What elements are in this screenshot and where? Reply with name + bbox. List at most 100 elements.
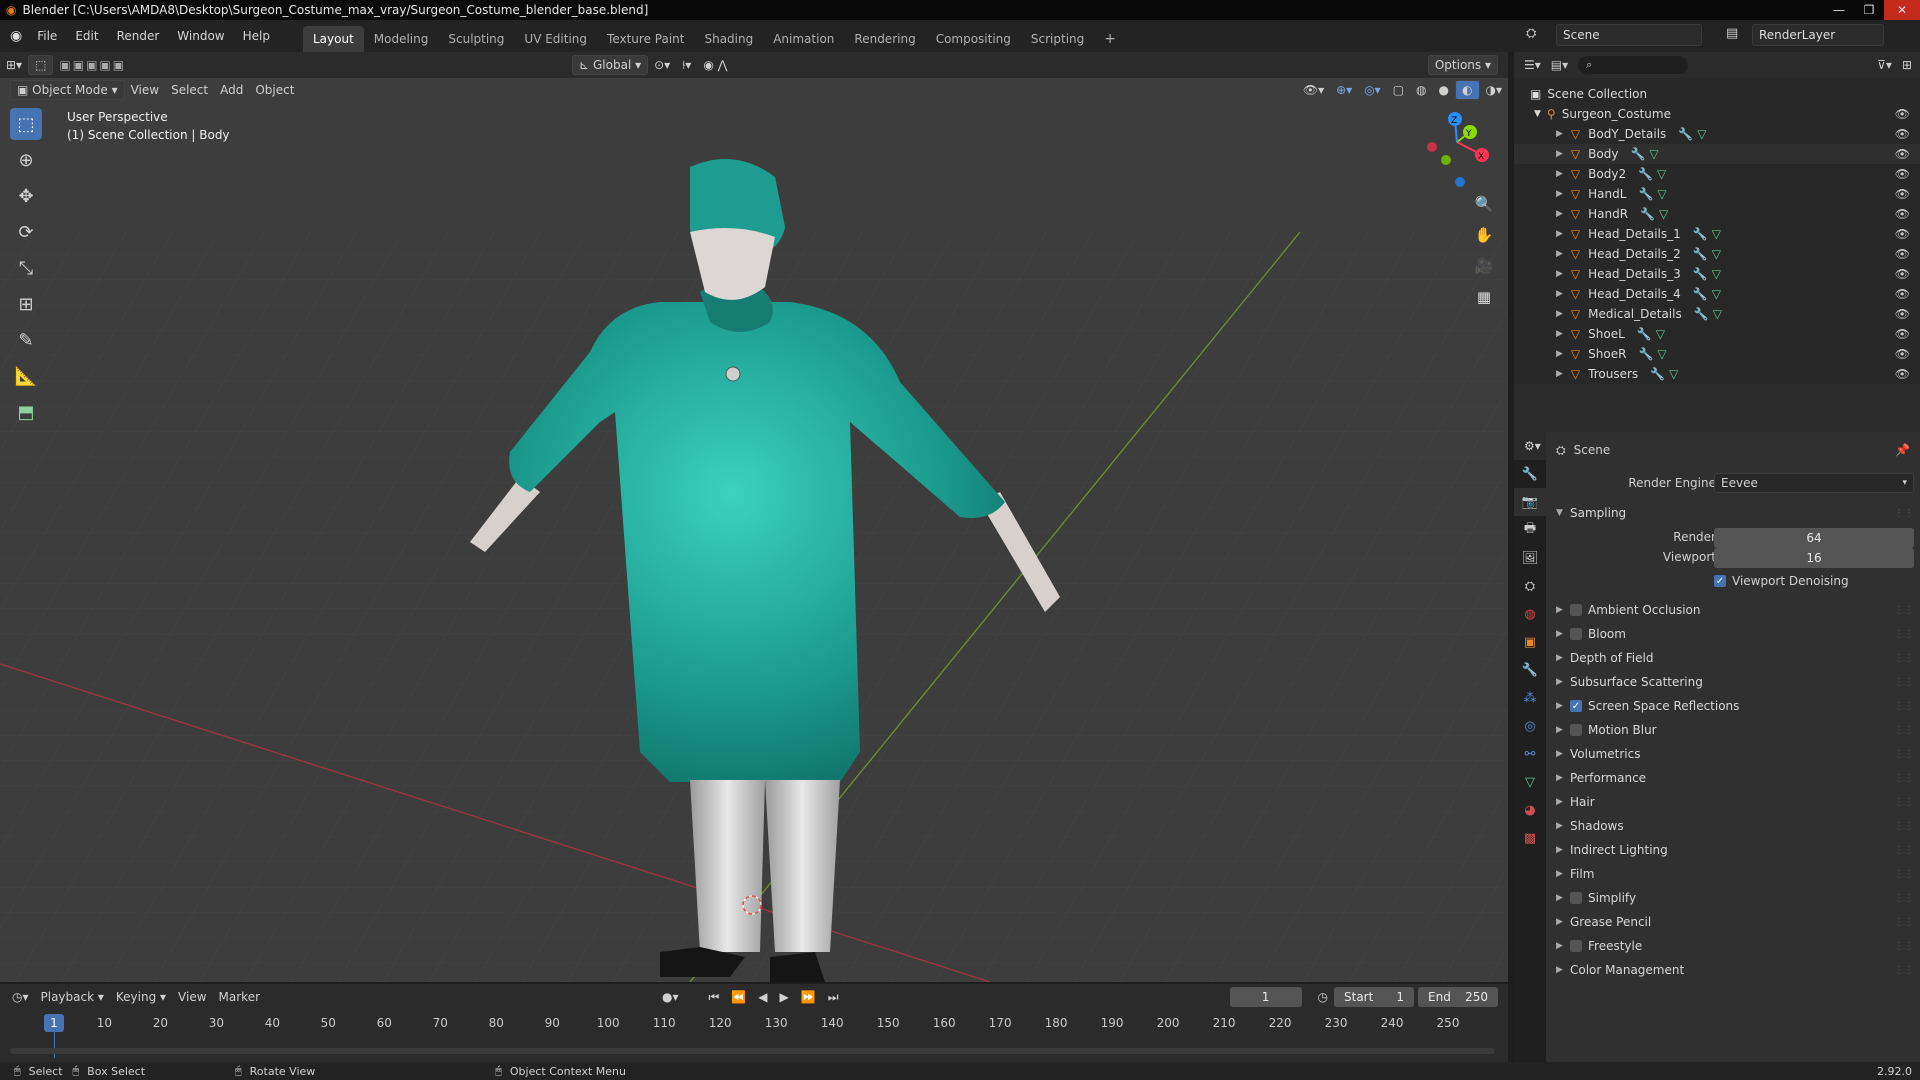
- render-tab-icon[interactable]: 📷: [1514, 488, 1546, 516]
- visibility-eye-icon[interactable]: 👁: [1895, 207, 1910, 221]
- section-hair[interactable]: ▶ Hair ⋮⋮: [1546, 790, 1920, 814]
- drag-grip-icon[interactable]: ⋮⋮: [1894, 773, 1914, 784]
- particles-tab-icon[interactable]: ⁂: [1514, 684, 1546, 712]
- drag-grip-icon[interactable]: ⋮⋮: [1894, 869, 1914, 880]
- shading-material-icon[interactable]: ◐: [1455, 80, 1480, 100]
- expand-arrow-icon[interactable]: ▶: [1556, 369, 1563, 379]
- viewport-samples-field[interactable]: 16: [1714, 548, 1914, 568]
- section-checkbox[interactable]: ✓: [1570, 700, 1582, 712]
- texture-tab-icon[interactable]: ▩: [1514, 824, 1546, 852]
- new-collection-icon[interactable]: ⊞: [1902, 58, 1912, 72]
- drag-grip-icon[interactable]: ⋮⋮: [1894, 941, 1914, 952]
- options-dropdown[interactable]: Options ▾: [1427, 55, 1498, 75]
- mesh-data-icon[interactable]: ▽: [1669, 367, 1678, 381]
- visibility-eye-icon[interactable]: 👁: [1895, 367, 1910, 381]
- outliner-item[interactable]: ▶ ▽ ShoeR 🔧 ▽ 👁: [1514, 344, 1920, 364]
- mesh-data-icon[interactable]: ▽: [1697, 127, 1706, 141]
- drag-grip-icon[interactable]: ⋮⋮: [1894, 845, 1914, 856]
- modifier-wrench-icon[interactable]: 🔧: [1638, 167, 1653, 181]
- end-frame-field[interactable]: End 250: [1418, 987, 1498, 1007]
- tab-scripting[interactable]: Scripting: [1021, 26, 1094, 52]
- visibility-eye-icon[interactable]: 👁: [1895, 227, 1910, 241]
- section-motion-blur[interactable]: ▶ Motion Blur ⋮⋮: [1546, 718, 1920, 742]
- select-mode-icons[interactable]: ▣▣▣▣▣: [53, 55, 132, 75]
- ortho-grid-icon[interactable]: ▦: [1470, 283, 1498, 311]
- modifier-wrench-icon[interactable]: 🔧: [1694, 307, 1709, 321]
- visibility-eye-icon[interactable]: 👁: [1895, 107, 1910, 121]
- drag-grip-icon[interactable]: ⋮⋮: [1894, 677, 1914, 688]
- visibility-eye-icon[interactable]: 👁: [1895, 267, 1910, 281]
- keying-menu[interactable]: Keying ▾: [110, 987, 172, 1007]
- start-frame-field[interactable]: Start 1: [1334, 987, 1414, 1007]
- scene-selector[interactable]: Scene: [1556, 24, 1702, 46]
- expand-arrow-icon[interactable]: ▶: [1556, 309, 1563, 319]
- expand-arrow-icon[interactable]: ▼: [1534, 109, 1541, 119]
- marker-menu[interactable]: Marker: [213, 987, 266, 1007]
- outliner-item[interactable]: ▶ ▽ Head_Details_2 🔧 ▽ 👁: [1514, 244, 1920, 264]
- camera-view-icon[interactable]: 🎥: [1470, 252, 1498, 280]
- tab-texture-paint[interactable]: Texture Paint: [597, 26, 694, 52]
- menu-render[interactable]: Render: [108, 20, 169, 52]
- select-box-tool-icon[interactable]: ⬚: [10, 108, 42, 140]
- current-frame-field[interactable]: 1: [1229, 987, 1302, 1007]
- expand-arrow-icon[interactable]: ▶: [1556, 169, 1563, 179]
- mesh-data-icon[interactable]: ▽: [1649, 147, 1658, 161]
- outliner-item[interactable]: ▶ ▽ BodY_Details 🔧 ▽ 👁: [1514, 124, 1920, 144]
- outliner-item[interactable]: ▶ ▽ Head_Details_3 🔧 ▽ 👁: [1514, 264, 1920, 284]
- modifier-wrench-icon[interactable]: 🔧: [1638, 347, 1653, 361]
- outliner-scene-collection[interactable]: ▣ Scene Collection: [1514, 84, 1920, 104]
- record-icon[interactable]: ●▾: [656, 987, 685, 1007]
- visibility-eye-icon[interactable]: 👁: [1895, 187, 1910, 201]
- output-tab-icon[interactable]: 🖶: [1514, 516, 1546, 544]
- drag-grip-icon[interactable]: ⋮⋮: [1894, 725, 1914, 736]
- viewport-denoising-checkbox[interactable]: ✓ Viewport Denoising: [1714, 574, 1849, 588]
- modifier-wrench-icon[interactable]: 🔧: [1693, 287, 1708, 301]
- section-checkbox[interactable]: [1570, 940, 1582, 952]
- mesh-data-icon[interactable]: ▽: [1656, 327, 1665, 341]
- constraints-tab-icon[interactable]: ⚯: [1514, 740, 1546, 768]
- drag-grip-icon[interactable]: ⋮⋮: [1894, 821, 1914, 832]
- render-layer-selector[interactable]: RenderLayer: [1752, 24, 1884, 46]
- drag-grip-icon[interactable]: ⋮⋮: [1894, 653, 1914, 664]
- drag-grip-icon[interactable]: ⋮⋮: [1894, 917, 1914, 928]
- section-volumetrics[interactable]: ▶ Volumetrics ⋮⋮: [1546, 742, 1920, 766]
- section-checkbox[interactable]: [1570, 628, 1582, 640]
- visibility-eye-icon[interactable]: 👁: [1895, 167, 1910, 181]
- menu-edit[interactable]: Edit: [66, 20, 107, 52]
- proportional-editing-icon[interactable]: ◉ ⋀: [697, 55, 733, 75]
- drag-grip-icon[interactable]: ⋮⋮: [1894, 965, 1914, 976]
- mesh-data-icon[interactable]: ▽: [1657, 187, 1666, 201]
- mesh-data-icon[interactable]: ▽: [1712, 227, 1721, 241]
- section-checkbox[interactable]: [1570, 724, 1582, 736]
- modifier-wrench-icon[interactable]: 🔧: [1637, 327, 1652, 341]
- tab-modeling[interactable]: Modeling: [364, 26, 439, 52]
- expand-arrow-icon[interactable]: ▶: [1556, 349, 1563, 359]
- display-mode-icon[interactable]: ▤▾: [1551, 58, 1568, 72]
- pivot-icon[interactable]: ⊙▾: [648, 55, 676, 75]
- overlay-toggle-icon[interactable]: ◎▾: [1358, 80, 1387, 100]
- outliner-item[interactable]: ▶ ▽ Medical_Details 🔧 ▽ 👁: [1514, 304, 1920, 324]
- outliner-search-field[interactable]: ⌕: [1578, 56, 1689, 74]
- outliner-item[interactable]: ▶ ▽ Head_Details_1 🔧 ▽ 👁: [1514, 224, 1920, 244]
- gizmo-toggle-icon[interactable]: ⊕▾: [1330, 80, 1358, 100]
- navigation-gizmo[interactable]: X Y Z: [1427, 112, 1489, 187]
- expand-arrow-icon[interactable]: ▶: [1556, 189, 1563, 199]
- render-samples-field[interactable]: 64: [1714, 528, 1914, 548]
- section-performance[interactable]: ▶ Performance ⋮⋮: [1546, 766, 1920, 790]
- annotate-tool-icon[interactable]: ✎: [10, 324, 42, 356]
- rotate-tool-icon[interactable]: ⟳: [10, 216, 42, 248]
- menu-object[interactable]: Object: [249, 80, 300, 100]
- shading-solid-icon[interactable]: ●: [1433, 80, 1455, 100]
- pin-icon[interactable]: 📌: [1895, 443, 1910, 457]
- modifier-wrench-icon[interactable]: 🔧: [1693, 247, 1708, 261]
- material-tab-icon[interactable]: ◕: [1514, 796, 1546, 824]
- outliner-item[interactable]: ▶ ▽ Body2 🔧 ▽ 👁: [1514, 164, 1920, 184]
- shading-rendered-icon[interactable]: ◑▾: [1480, 80, 1509, 100]
- close-button[interactable]: ✕: [1884, 0, 1920, 20]
- render-engine-dropdown[interactable]: Eevee ▾: [1714, 473, 1914, 493]
- visibility-eye-icon[interactable]: 👁: [1895, 247, 1910, 261]
- scale-tool-icon[interactable]: ⤡: [10, 252, 42, 284]
- editor-type-icon[interactable]: ⊞▾: [0, 55, 28, 75]
- transform-tool-icon[interactable]: ⊞: [10, 288, 42, 320]
- modifier-wrench-icon[interactable]: 🔧: [1640, 207, 1655, 221]
